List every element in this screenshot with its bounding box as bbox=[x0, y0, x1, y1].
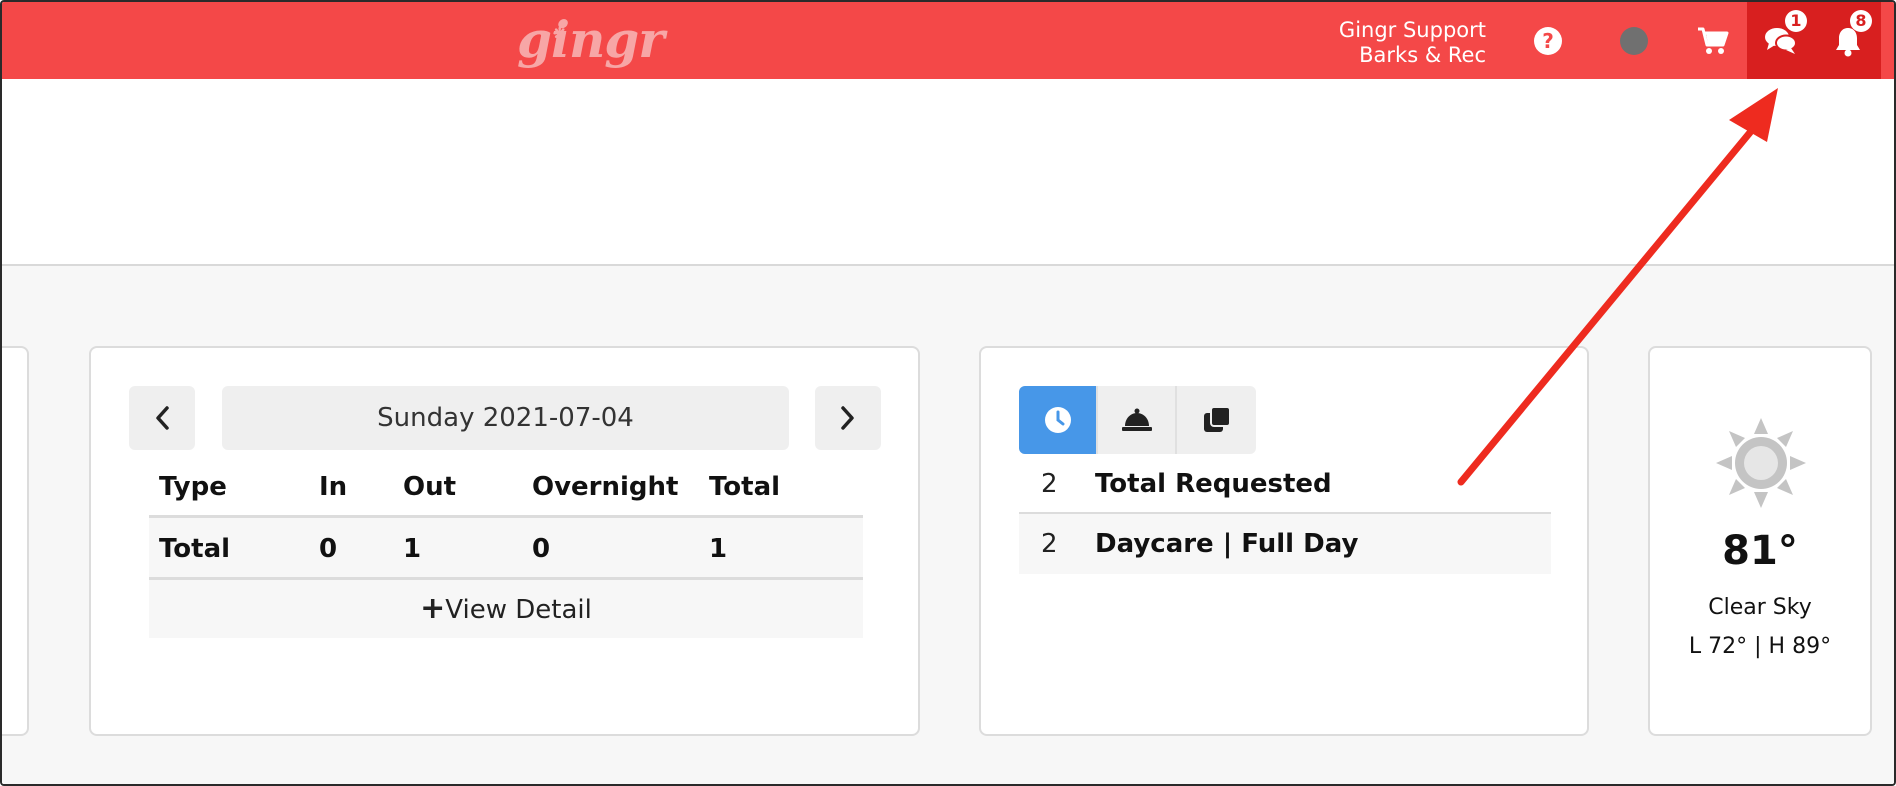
cell-type: Total bbox=[159, 534, 231, 564]
list-item[interactable]: 2 Daycare | Full Day bbox=[1019, 514, 1551, 574]
table-row: Total 0 1 0 1 bbox=[149, 518, 863, 580]
clock-icon bbox=[1044, 407, 1071, 433]
page-header-area bbox=[2, 79, 1894, 266]
column-header: In bbox=[319, 472, 348, 502]
tab-copies[interactable] bbox=[1177, 386, 1256, 454]
messages-notifications-group: 1 8 bbox=[1747, 2, 1881, 79]
previous-day-button[interactable] bbox=[129, 386, 195, 450]
status-button[interactable] bbox=[1599, 2, 1669, 79]
bell-service-icon bbox=[1121, 408, 1152, 431]
requests-card: 2 Total Requested 2 Daycare | Full Day bbox=[979, 346, 1589, 736]
column-header: Overnight bbox=[532, 472, 679, 502]
plus-icon: + bbox=[420, 591, 446, 626]
user-info[interactable]: Gingr Support Barks & Rec bbox=[1339, 18, 1486, 68]
chevron-right-icon bbox=[841, 406, 854, 430]
messages-button[interactable]: 1 bbox=[1747, 2, 1814, 79]
logo-text: gingr bbox=[517, 10, 665, 69]
request-label: Daycare | Full Day bbox=[1095, 529, 1359, 559]
column-header: Type bbox=[159, 472, 227, 502]
notifications-badge: 8 bbox=[1850, 10, 1872, 32]
requests-tab-group bbox=[1019, 386, 1256, 454]
cell-out: 1 bbox=[403, 534, 422, 564]
column-header: Total bbox=[709, 472, 781, 502]
tab-pending[interactable] bbox=[1019, 386, 1098, 454]
paw-icon: ❋ bbox=[553, 24, 566, 43]
top-bar: gingr ❋ Gingr Support Barks & Rec ? 1 8 bbox=[2, 2, 1894, 79]
chevron-left-icon bbox=[156, 406, 169, 430]
status-dot-icon bbox=[1620, 26, 1648, 55]
temperature: 81° bbox=[1722, 528, 1798, 574]
weather-condition: Clear Sky bbox=[1708, 595, 1812, 620]
cart-icon bbox=[1698, 27, 1729, 54]
user-name: Gingr Support bbox=[1338, 18, 1486, 42]
app-frame: gingr ❋ Gingr Support Barks & Rec ? 1 8 … bbox=[0, 0, 1896, 786]
list-item[interactable]: 2 Total Requested bbox=[1019, 454, 1551, 514]
cell-in: 0 bbox=[319, 534, 338, 564]
gingr-logo[interactable]: gingr ❋ bbox=[517, 10, 665, 70]
view-detail-label: View Detail bbox=[445, 595, 592, 625]
help-button[interactable]: ? bbox=[1513, 2, 1583, 79]
cart-button[interactable] bbox=[1678, 2, 1748, 79]
view-detail-button[interactable]: +View Detail bbox=[149, 580, 863, 638]
cell-overnight: 0 bbox=[532, 534, 551, 564]
next-day-button[interactable] bbox=[815, 386, 881, 450]
column-header: Out bbox=[403, 472, 457, 502]
weather-card: 81° Clear Sky L 72° | H 89° bbox=[1648, 346, 1872, 736]
tab-services[interactable] bbox=[1098, 386, 1177, 454]
low-high-temperature: L 72° | H 89° bbox=[1688, 634, 1832, 659]
date-display[interactable]: Sunday 2021-07-04 bbox=[222, 386, 789, 450]
cell-total: 1 bbox=[709, 534, 728, 564]
left-card-partial bbox=[2, 346, 29, 736]
question-icon: ? bbox=[1534, 26, 1562, 55]
copy-icon bbox=[1203, 406, 1231, 432]
request-label: Total Requested bbox=[1095, 469, 1332, 499]
request-count: 2 bbox=[1041, 469, 1058, 499]
location-name: Barks & Rec bbox=[1359, 43, 1486, 67]
request-count: 2 bbox=[1041, 529, 1058, 559]
reservations-table: Type In Out Overnight Total Total 0 1 0 … bbox=[149, 456, 863, 638]
reservations-card: Sunday 2021-07-04 Type In Out Overnight … bbox=[89, 346, 920, 736]
sun-icon bbox=[1716, 418, 1806, 508]
messages-badge: 1 bbox=[1785, 10, 1807, 32]
table-header-row: Type In Out Overnight Total bbox=[149, 456, 863, 518]
notifications-button[interactable]: 8 bbox=[1814, 2, 1881, 79]
requests-list: 2 Total Requested 2 Daycare | Full Day bbox=[1019, 454, 1551, 574]
